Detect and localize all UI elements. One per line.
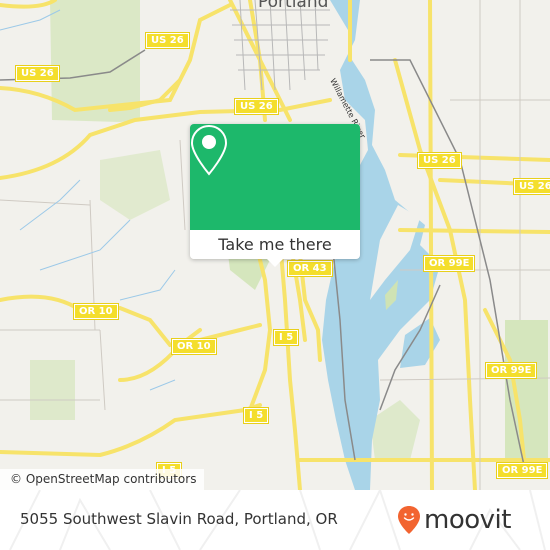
route-shield-or10: OR 10	[171, 338, 217, 355]
route-shield-us26: US 26	[15, 65, 60, 82]
route-shield-us26: US 26	[234, 98, 279, 115]
moovit-pin-icon	[398, 506, 420, 534]
take-me-there-button[interactable]: Take me there	[190, 230, 360, 259]
route-shield-or10: OR 10	[73, 303, 119, 320]
route-shield-i5: I 5	[242, 407, 270, 424]
popup-header	[190, 124, 360, 230]
downtown-grid	[230, 0, 330, 91]
location-pin-icon	[190, 124, 228, 176]
brand-name: moovit	[424, 505, 511, 535]
map-attribution[interactable]: © OpenStreetMap contributors	[0, 469, 205, 490]
route-shield-us26: US 26	[513, 178, 550, 195]
route-shield-or99e: OR 99E	[495, 462, 549, 479]
popup-tail	[267, 259, 283, 267]
map[interactable]: Portland Willamette River US 26 US 26 US…	[0, 0, 550, 490]
location-popup: Take me there	[190, 124, 360, 267]
address-text: 5055 Southwest Slavin Road, Portland, OR	[20, 510, 338, 528]
route-shield-or43: OR 43	[287, 260, 333, 277]
route-shield-i5: I 5	[272, 329, 300, 346]
route-shield-or99e: OR 99E	[484, 362, 538, 379]
city-label: Portland	[258, 0, 329, 12]
route-shield-us26: US 26	[417, 152, 462, 169]
route-shield-or99e: OR 99E	[422, 255, 476, 272]
route-shield-us26: US 26	[145, 32, 190, 49]
footer: 5055 Southwest Slavin Road, Portland, OR…	[0, 490, 550, 550]
moovit-logo[interactable]: moovit	[397, 503, 511, 537]
